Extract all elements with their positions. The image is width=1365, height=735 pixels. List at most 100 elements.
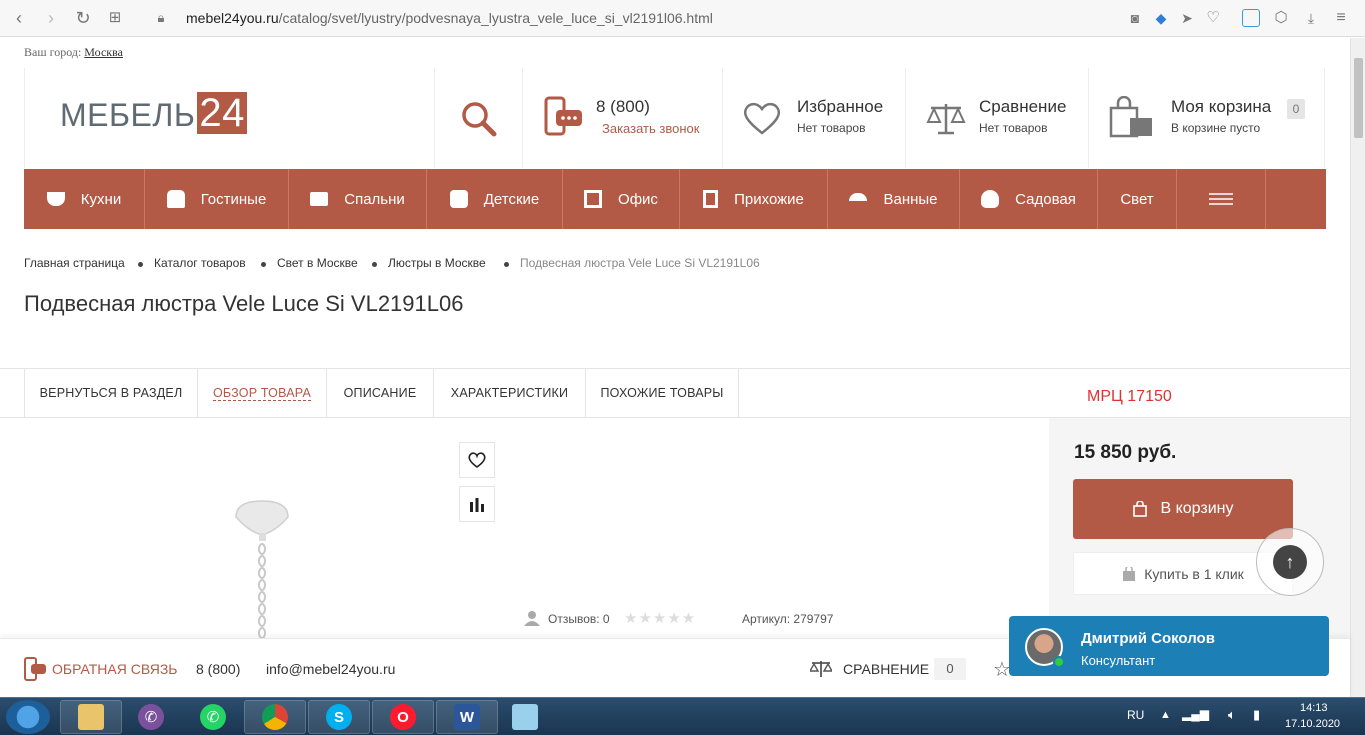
bag-icon <box>1123 566 1136 581</box>
menu-icon[interactable]: ≡ <box>1330 7 1352 29</box>
tray-language[interactable]: RU <box>1127 708 1144 722</box>
menu-item-bedrooms[interactable]: Спальни <box>289 169 427 229</box>
tabs-grid-icon[interactable]: ⊞ <box>104 7 126 29</box>
chat-widget[interactable]: Дмитрий Соколов Консультант <box>1009 616 1329 676</box>
tab-similar[interactable]: ПОХОЖИЕ ТОВАРЫ <box>586 369 739 417</box>
user-icon <box>524 611 540 626</box>
footer-phone[interactable]: 8 (800) <box>196 661 240 677</box>
feedback-link[interactable]: ОБРАТНАЯ СВЯЗЬ <box>52 661 177 677</box>
tab-label: ВЕРНУТЬСЯ В РАЗДЕЛ <box>39 386 183 400</box>
compare-title[interactable]: Сравнение <box>979 97 1066 117</box>
address-bar[interactable]: mebel24you.ru/catalog/svet/lyustry/podve… <box>186 10 713 26</box>
tab-specs[interactable]: ХАРАКТЕРИСТИКИ <box>434 369 586 417</box>
url-host: mebel24you.ru <box>186 10 279 26</box>
taskbar-explorer[interactable] <box>60 700 122 734</box>
cube-icon[interactable]: ⬡ <box>1270 7 1292 29</box>
back-icon[interactable]: ‹ <box>8 7 30 29</box>
tab-overview[interactable]: ОБЗОР ТОВАРА <box>198 369 327 417</box>
scrollbar-thumb[interactable] <box>1354 58 1363 138</box>
favorites-heart-icon[interactable] <box>742 100 782 136</box>
tab-label: ОПИСАНИЕ <box>343 386 417 400</box>
footer-email[interactable]: info@mebel24you.ru <box>266 661 395 677</box>
pot-icon <box>46 192 65 206</box>
search-icon[interactable] <box>460 100 498 138</box>
callback-link[interactable]: Заказать звонок <box>602 121 699 136</box>
breadcrumb-catalog[interactable]: Каталог товаров <box>154 256 246 270</box>
volume-icon[interactable]: 🔈︎ <box>1228 707 1236 723</box>
taskbar-word[interactable]: W <box>436 700 498 734</box>
extension-icon[interactable] <box>1242 9 1260 27</box>
tray-arrow-icon[interactable]: ▲ <box>1160 709 1171 721</box>
shield-icon[interactable]: ◆ <box>1150 7 1172 29</box>
menu-item-bathrooms[interactable]: Ванные <box>828 169 960 229</box>
menu-item-office[interactable]: Офис <box>563 169 680 229</box>
reload-icon[interactable]: ↻ <box>72 7 94 29</box>
add-to-cart-button[interactable]: В корзину <box>1073 479 1293 539</box>
taskbar-opera[interactable]: O <box>372 700 434 734</box>
footer-compare-link[interactable]: СРАВНЕНИЕ <box>843 661 929 677</box>
url-path: /catalog/svet/lyustry/podvesnaya_lyustra… <box>278 10 713 26</box>
chrome-icon <box>262 704 288 730</box>
compare-sub: Нет товаров <box>979 121 1048 135</box>
send-icon[interactable]: ➤ <box>1176 7 1198 29</box>
start-button[interactable] <box>6 700 50 734</box>
heart-icon[interactable]: ♡ <box>1202 7 1224 29</box>
tray-date[interactable]: 17.10.2020 <box>1285 718 1340 730</box>
notes-icon <box>512 704 538 730</box>
taskbar-whatsapp[interactable]: ✆ <box>182 700 244 734</box>
opera-icon: O <box>390 704 416 730</box>
menu-more-icon[interactable] <box>1177 169 1266 229</box>
reviews-count[interactable]: Отзывов: 0 <box>548 612 610 626</box>
menu-item-kitchens[interactable]: Кухни <box>24 169 145 229</box>
favorites-title[interactable]: Избранное <box>797 97 883 117</box>
forward-icon[interactable]: › <box>40 7 62 29</box>
taskbar-chrome[interactable] <box>244 700 306 734</box>
site-logo[interactable]: МЕБЕЛЬ 24 <box>60 92 247 134</box>
tab-label: ОБЗОР ТОВАРА <box>212 386 312 401</box>
camera-icon[interactable]: ◙ <box>1124 7 1146 29</box>
breadcrumb-home[interactable]: Главная страница <box>24 256 125 270</box>
article-number: Артикул: 279797 <box>742 612 834 626</box>
network-icon[interactable]: ▂▄▆ <box>1182 707 1209 721</box>
phone-chat-icon[interactable] <box>544 96 584 138</box>
chat-consultant-name: Дмитрий Соколов <box>1081 630 1215 647</box>
taskbar-viber[interactable]: ✆ <box>120 700 182 734</box>
menu-item-kids[interactable]: Детские <box>427 169 563 229</box>
city-link[interactable]: Москва <box>84 45 123 59</box>
cart-title[interactable]: Моя корзина <box>1171 97 1271 117</box>
scroll-to-top-button[interactable]: ↑ <box>1256 528 1324 596</box>
battery-icon[interactable]: ▮ <box>1253 707 1260 723</box>
taskbar-skype[interactable]: S <box>308 700 370 734</box>
tab-back[interactable]: ВЕРНУТЬСЯ В РАЗДЕЛ <box>24 369 198 417</box>
header-phone[interactable]: 8 (800) <box>596 97 650 117</box>
breadcrumb-light[interactable]: Свет в Москве <box>277 256 358 270</box>
armchair-icon <box>166 190 185 208</box>
tab-description[interactable]: ОПИСАНИЕ <box>327 369 434 417</box>
taskbar-notes[interactable] <box>494 700 556 734</box>
kids-face-icon <box>449 190 468 208</box>
cart-bag-icon[interactable] <box>1108 96 1156 138</box>
menu-item-garden[interactable]: Садовая <box>960 169 1098 229</box>
city-selector[interactable]: Ваш город: Москва <box>24 45 123 60</box>
page-scrollbar[interactable] <box>1350 38 1365 697</box>
compare-scale-icon <box>810 661 832 677</box>
page-title: Подвесная люстра Vele Luce Si VL2191L06 <box>24 291 464 316</box>
menu-label: Прихожие <box>734 190 804 208</box>
browser-toolbar: ‹ › ↻ ⊞ 🔒︎ mebel24you.ru/catalog/svet/ly… <box>0 0 1365 37</box>
compare-scale-icon[interactable] <box>926 100 966 136</box>
lock-icon[interactable]: 🔒︎ <box>150 7 172 29</box>
add-compare-button[interactable] <box>459 486 495 522</box>
breadcrumb-chandeliers[interactable]: Люстры в Москве <box>388 256 486 270</box>
tray-time[interactable]: 14:13 <box>1300 702 1328 714</box>
rating-stars[interactable]: ★★★★★ <box>624 609 696 627</box>
tab-label: ХАРАКТЕРИСТИКИ <box>450 386 569 400</box>
product-image[interactable] <box>220 493 310 638</box>
menu-item-living[interactable]: Гостиные <box>145 169 289 229</box>
download-icon[interactable]: ⤓ <box>1300 7 1322 29</box>
menu-item-light[interactable]: Свет <box>1098 169 1177 229</box>
add-favorite-button[interactable] <box>459 442 495 478</box>
menu-label: Свет <box>1120 190 1154 208</box>
menu-item-hallways[interactable]: Прихожие <box>680 169 828 229</box>
online-status-icon <box>1053 656 1065 668</box>
arrow-up-icon: ↑ <box>1273 545 1307 579</box>
